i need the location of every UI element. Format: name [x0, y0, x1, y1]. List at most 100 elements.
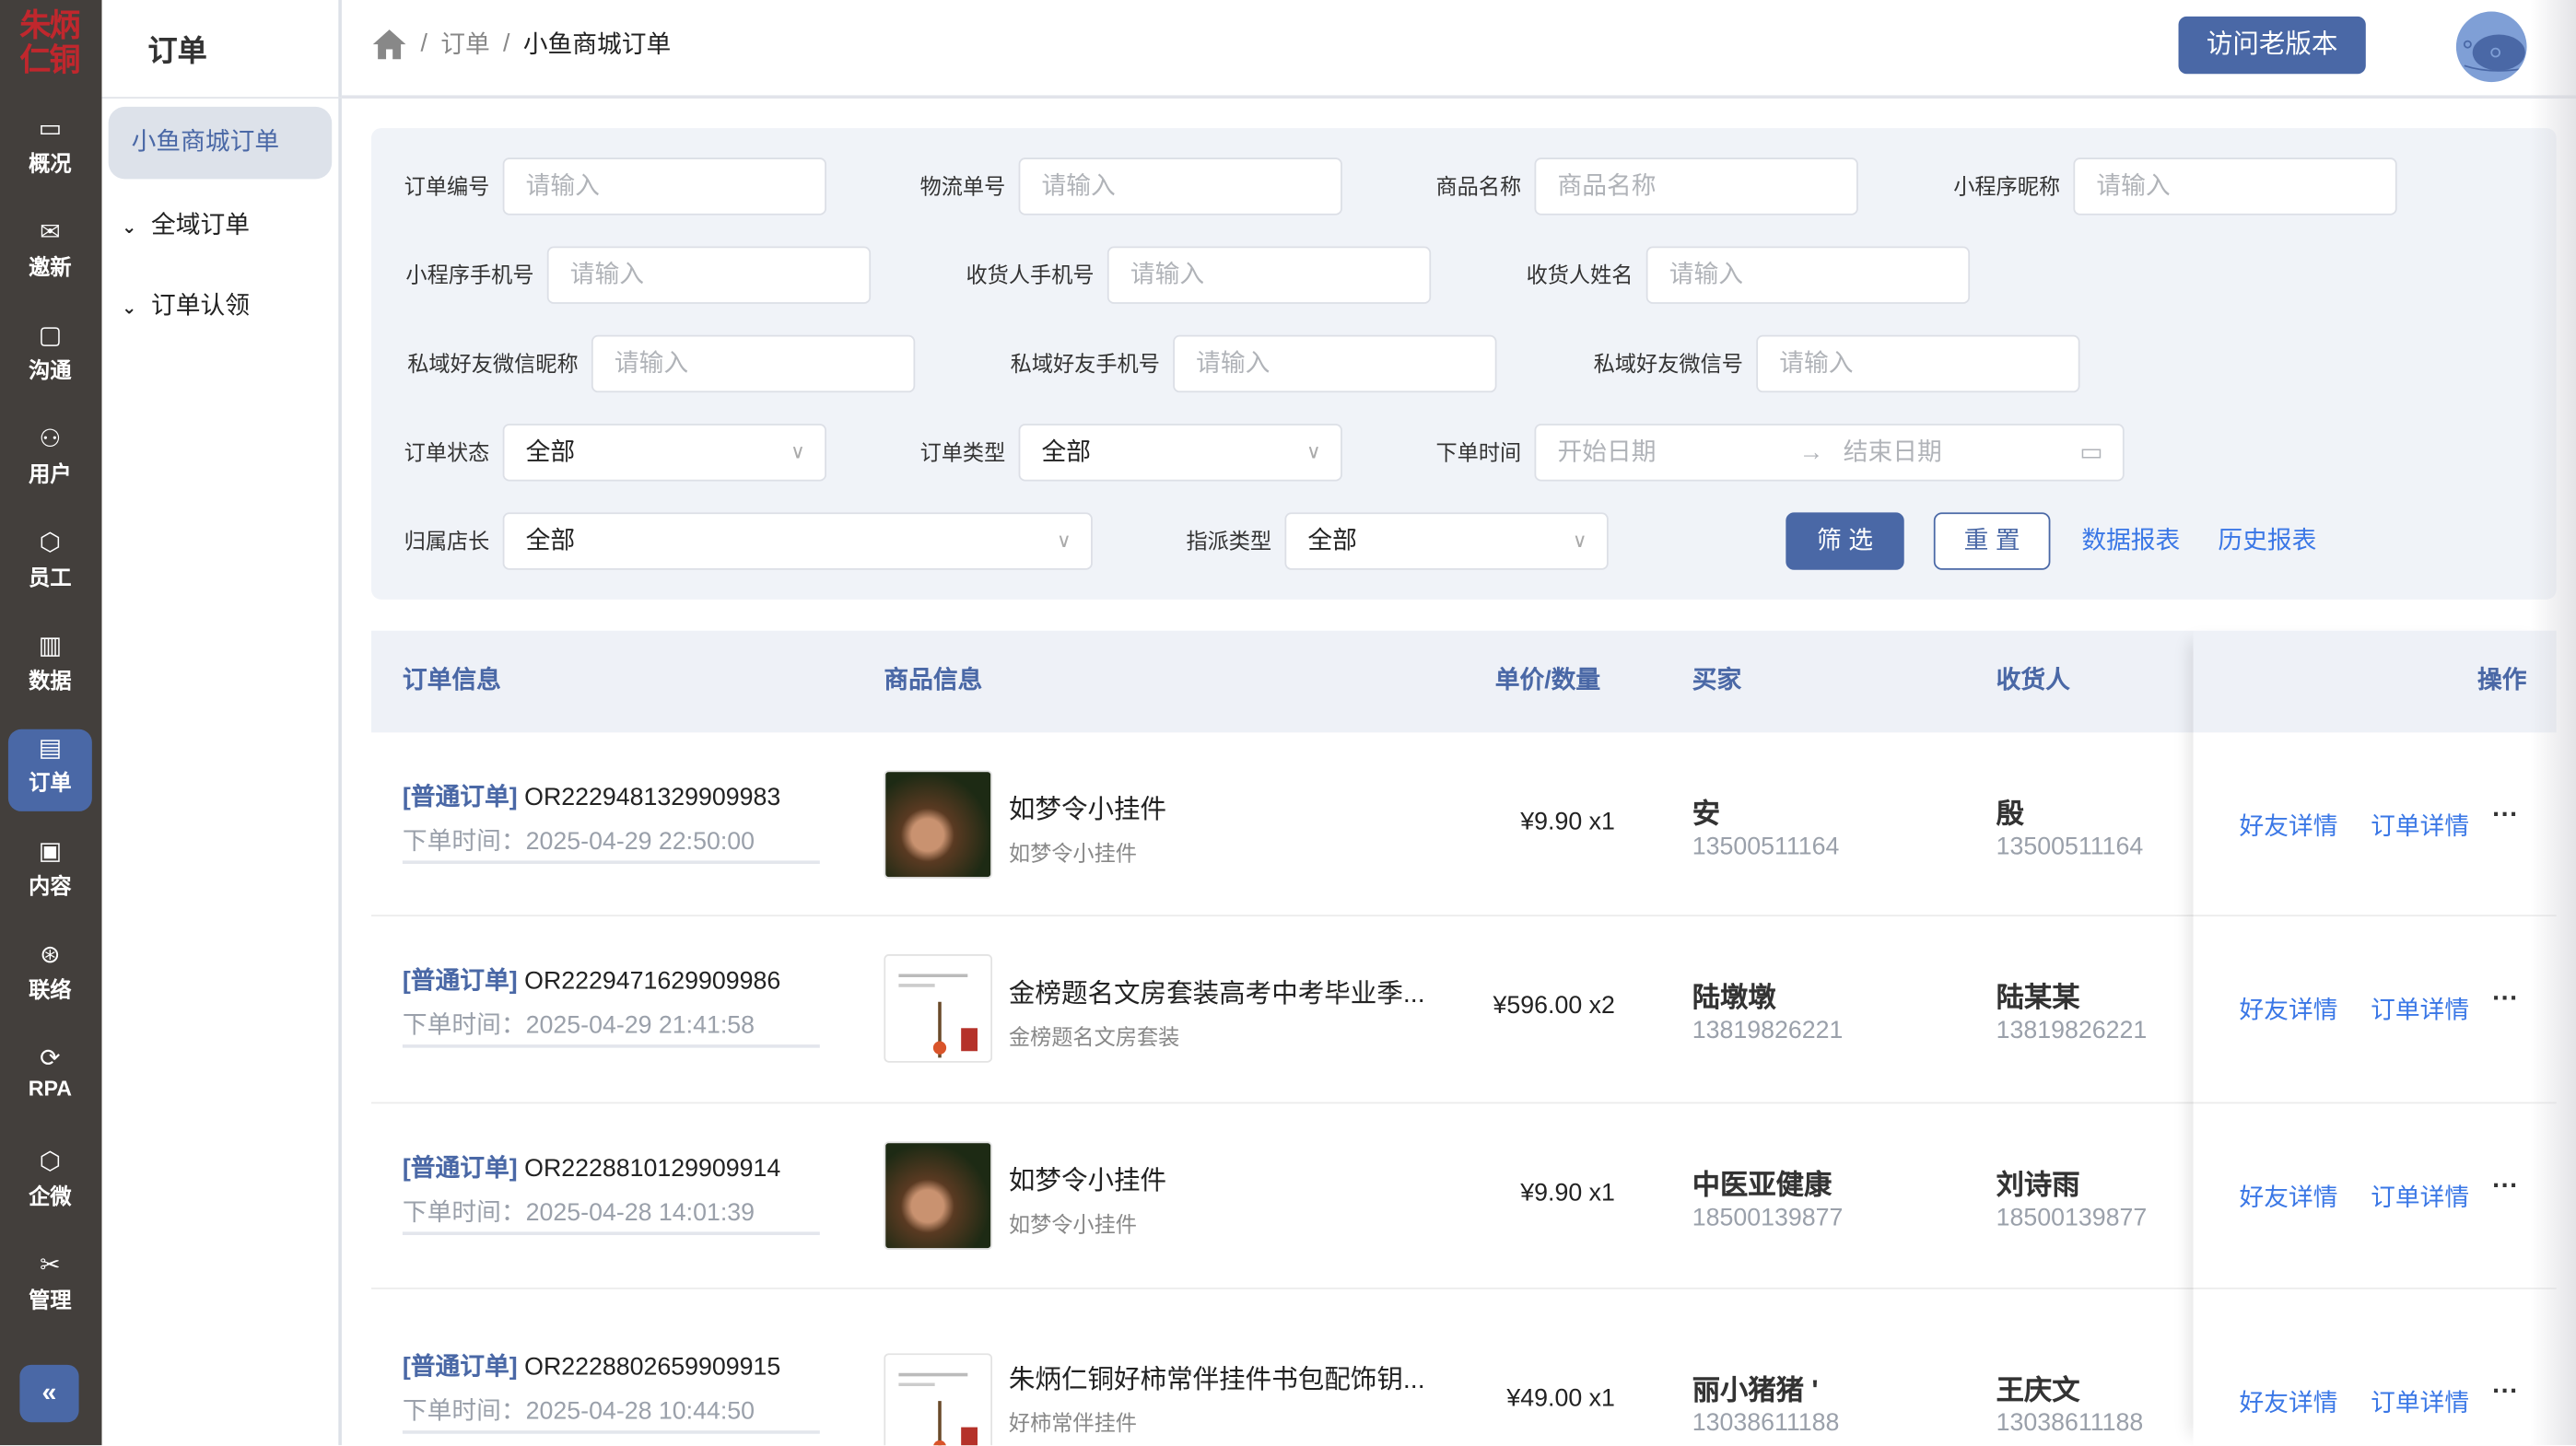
receiver-phone: 13819826221 [1996, 1016, 2148, 1045]
avatar[interactable] [2455, 11, 2527, 83]
product-name[interactable]: 朱炳仁铜好柿常伴挂件书包配饰钥... [1009, 1357, 1425, 1396]
rail-item-label: 订单 [29, 771, 72, 796]
rail-item-6[interactable]: ▤ 订单 [7, 729, 92, 812]
select-value: 全部 [1307, 527, 1357, 555]
mp-phone-input[interactable]: 请输入 [546, 246, 872, 304]
order-type[interactable]: [普通订单] [403, 1155, 518, 1183]
rail-item-10[interactable]: ⬡ 企微 [8, 1143, 92, 1225]
order-number: OR2229481329909983 [524, 783, 781, 811]
rail-item-label: 沟通 [29, 357, 72, 383]
top-bar: / 订单 / 小鱼商城订单 访问老版本 [341, 0, 2576, 99]
end-date[interactable]: 结束日期 [1844, 426, 1942, 480]
time-label: 下单时间： [402, 1397, 526, 1426]
order-time-range[interactable]: 开始日期 → 结束日期 ▭ [1534, 424, 2125, 482]
rail-item-8[interactable]: ⊛ 联络 [8, 937, 92, 1019]
label: 收货人手机号 [966, 262, 1095, 288]
visit-old-version-button[interactable]: 访问老版本 [2178, 16, 2366, 75]
breadcrumb-sep: / [420, 29, 427, 58]
product-spec: 好柿常伴挂件 [1008, 1410, 1138, 1436]
rail-item-3[interactable]: ⚇ 用户 [8, 420, 92, 502]
label: 下单时间 [1435, 439, 1522, 465]
rail-item-9[interactable]: ⟳ RPA [8, 1040, 92, 1122]
rail-item-label: 企微 [29, 1184, 72, 1209]
column-header: 买家 [1692, 666, 1742, 695]
sidebar-title: 订单 [147, 34, 207, 68]
label: 指派类型 [1186, 529, 1272, 554]
receiver-name: 王庆文 [1996, 1374, 2080, 1406]
time-value: 2025-04-29 21:41:58 [525, 1011, 755, 1040]
collapse-sidebar-button[interactable]: « [19, 1364, 79, 1423]
rail-item-2[interactable]: ▢ 沟通 [8, 317, 92, 399]
mp-nickname-input[interactable]: 请输入 [2073, 157, 2397, 216]
breadcrumb-sep: / [502, 29, 510, 58]
home-icon[interactable] [371, 27, 407, 60]
assign-type-select[interactable]: 全部 ∨ [1284, 512, 1609, 570]
rail-item-11[interactable]: ✂ 管理 [8, 1246, 92, 1328]
time-value: 2025-04-28 14:01:39 [525, 1198, 755, 1228]
label: 归属店长 [404, 529, 490, 554]
product-thumbnail[interactable] [884, 770, 993, 880]
receiver-phone-input[interactable]: 请输入 [1107, 246, 1432, 304]
hex-eye-icon: ⬡ [39, 528, 62, 556]
history-report-link[interactable]: 历史报表 [2218, 512, 2316, 569]
reset-button[interactable]: 重 置 [1933, 512, 2051, 570]
product-thumbnail[interactable] [884, 1353, 993, 1446]
product-thumbnail[interactable] [884, 1141, 993, 1251]
select-value: 全部 [1041, 438, 1092, 467]
store-owner-select[interactable]: 全部 ∨ [502, 512, 1093, 570]
logistics-no-input[interactable]: 请输入 [1018, 157, 1342, 216]
receiver-phone: 13500511164 [1996, 833, 2144, 861]
rail-item-4[interactable]: ⬡ 员工 [8, 523, 92, 605]
data-report-link[interactable]: 数据报表 [2081, 512, 2180, 569]
wx-id-input[interactable]: 请输入 [1756, 334, 2080, 393]
subnav-item-all-orders[interactable]: ⌄ 全域订单 [122, 207, 250, 241]
mail-icon: ✉ [40, 217, 61, 247]
product-name-input[interactable]: 商品名称 [1534, 157, 1858, 216]
rail-item-7[interactable]: ▣ 内容 [8, 834, 92, 915]
order-type[interactable]: [普通订单] [403, 1353, 518, 1381]
chevron-down-icon: ⌄ [121, 298, 137, 319]
filter-button[interactable]: 筛 选 [1786, 512, 1904, 570]
product-name[interactable]: 如梦令小挂件 [1009, 1158, 1166, 1197]
label: 私域好友微信号 [1593, 351, 1743, 377]
product-spec: 如梦令小挂件 [1008, 840, 1138, 866]
order-time: 下单时间：2025-04-28 14:01:39 [403, 1194, 755, 1228]
rail-item-label: RPA [28, 1076, 72, 1101]
receiver-name-input[interactable]: 请输入 [1645, 246, 1971, 304]
order-no-input[interactable]: 请输入 [502, 157, 826, 216]
rail-item-1[interactable]: ✉ 邀新 [8, 214, 92, 296]
left-rail: 朱炳 仁铜 ▭ 概况 ✉ 邀新 ▢ 沟通 ⚇ 用户 ⬡ 员工 ▥ 数据 ▤ 订单 ▣ 内容 ⊛ 联络 ⟳ RPA ⬡ 企微 ✂… [0, 0, 102, 1446]
order-type[interactable]: [普通订单] [403, 967, 518, 995]
label: 小程序昵称 [1953, 174, 2061, 199]
product-thumbnail[interactable] [884, 954, 993, 1063]
brand-logo: 朱炳 仁铜 [19, 9, 80, 79]
friend-phone-input[interactable]: 请输入 [1173, 334, 1497, 393]
order-type-select[interactable]: 全部 ∨ [1018, 424, 1342, 482]
subnav-item-mall-orders[interactable]: 小鱼商城订单 [108, 106, 333, 180]
wx-nickname-input[interactable]: 请输入 [591, 334, 916, 393]
start-date[interactable]: 开始日期 [1557, 438, 1656, 466]
rail-item-label: 概况 [29, 151, 72, 176]
breadcrumb-orders[interactable]: 订单 [440, 27, 490, 61]
divider [402, 1231, 820, 1235]
orders-table: 订单信息 商品信息 单价/数量 买家 收货人 操作 [普通订单] OR22294… [371, 630, 2557, 1446]
order-type[interactable]: [普通订单] [403, 784, 518, 811]
receiver-name: 陆某某 [1996, 982, 2080, 1014]
circles-icon: ⊛ [40, 941, 61, 970]
order-number: OR2229471629909986 [524, 967, 781, 996]
price-quantity: ¥49.00 x1 [1506, 1384, 1615, 1413]
range-arrow-icon: → [1798, 438, 1824, 467]
order-id: [普通订单] OR2228810129909914 [403, 1149, 780, 1184]
subnav-item-order-claim[interactable]: ⌄ 订单认领 [122, 287, 250, 321]
order-status-select[interactable]: 全部 ∨ [502, 424, 826, 482]
rail-item-label: 管理 [29, 1287, 72, 1312]
rail-item-5[interactable]: ▥ 数据 [8, 626, 92, 708]
product-name[interactable]: 如梦令小挂件 [1009, 787, 1166, 826]
product-spec: 金榜题名文房套装 [1008, 1024, 1180, 1050]
divider [402, 860, 820, 864]
rail-item-0[interactable]: ▭ 概况 [8, 110, 92, 192]
buyer-phone: 18500139877 [1692, 1204, 1844, 1232]
select-value: 全部 [525, 527, 576, 555]
rail-item-label: 员工 [29, 564, 72, 589]
product-name[interactable]: 金榜题名文房套装高考中考毕业季... [1009, 971, 1425, 1010]
